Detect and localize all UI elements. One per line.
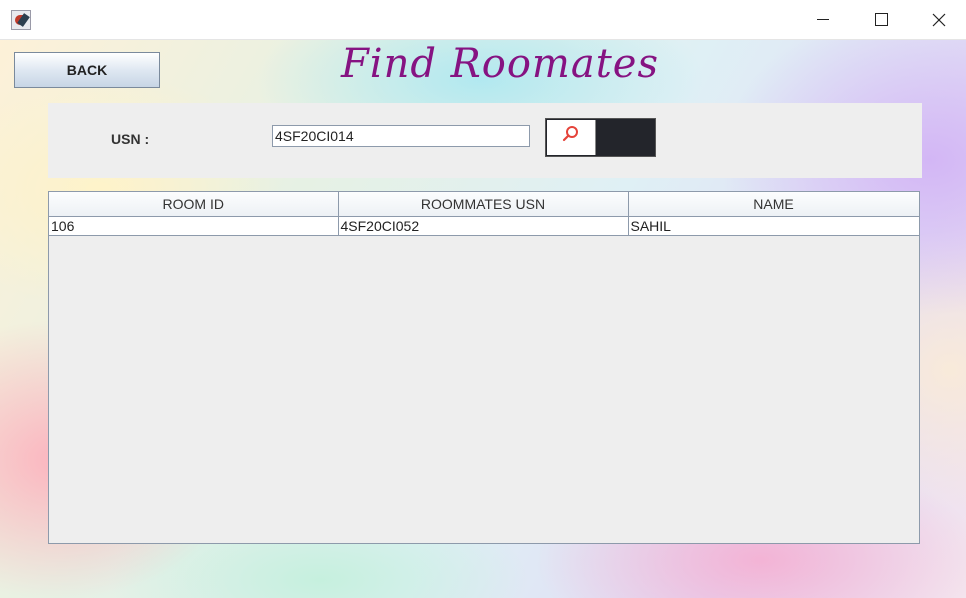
column-header-name[interactable]: NAME	[627, 192, 920, 217]
cell-roommates-usn[interactable]: 4SF20CI052	[337, 216, 629, 236]
title-bar	[0, 0, 966, 40]
cell-name[interactable]: SAHIL	[627, 216, 920, 236]
content-area: BACK Find Roomates USN : ROOM ID	[0, 40, 966, 598]
back-button[interactable]: BACK	[14, 52, 160, 88]
usn-input[interactable]	[272, 125, 530, 147]
column-header-room-id[interactable]: ROOM ID	[49, 192, 339, 217]
java-app-icon	[11, 10, 31, 30]
minimize-button[interactable]	[794, 0, 852, 39]
minimize-icon	[817, 19, 829, 20]
maximize-icon	[874, 13, 888, 26]
search-button-face	[547, 120, 596, 155]
search-panel: USN :	[48, 103, 922, 178]
search-button[interactable]	[545, 118, 656, 157]
table-row[interactable]: 106 4SF20CI052 SAHIL	[49, 216, 920, 236]
column-header-roommates-usn[interactable]: ROOMMATES USN	[337, 192, 629, 217]
search-icon	[562, 125, 578, 141]
page-title: Find Roomates	[341, 41, 659, 87]
roommates-table[interactable]: ROOM ID ROOMMATES USN NAME 106 4SF20CI05…	[48, 191, 920, 544]
usn-label: USN :	[111, 131, 150, 147]
cell-room-id[interactable]: 106	[49, 216, 339, 236]
close-button[interactable]	[910, 0, 966, 39]
close-icon	[932, 13, 946, 26]
maximize-button[interactable]	[852, 0, 910, 39]
table-header-row: ROOM ID ROOMMATES USN NAME	[49, 192, 920, 217]
